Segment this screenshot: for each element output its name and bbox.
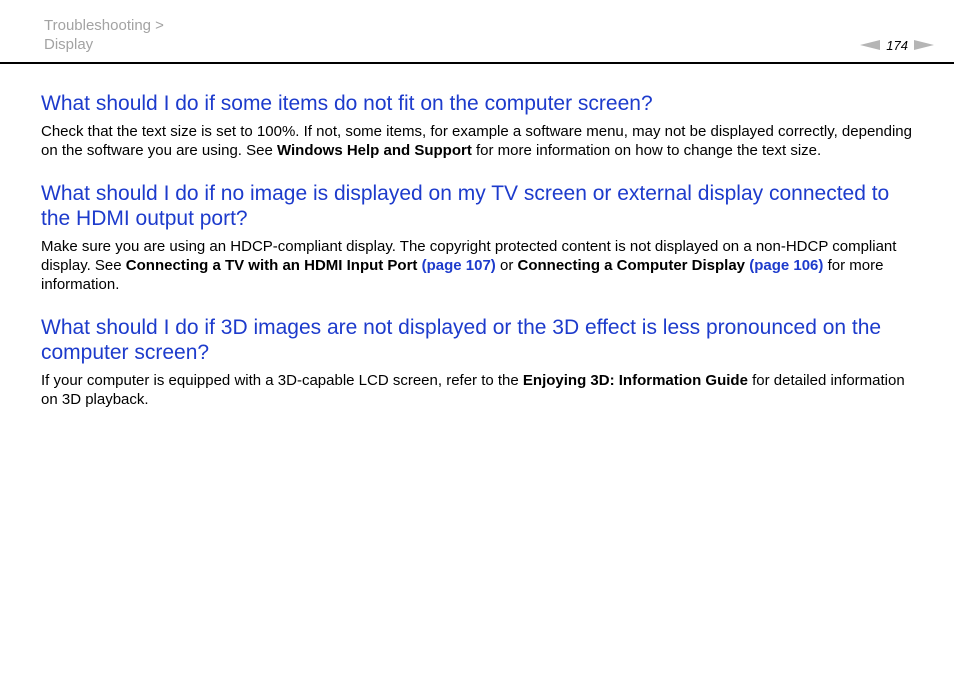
section-3d-images: What should I do if 3D images are not di… — [41, 315, 921, 409]
reference-windows-help: Windows Help and Support — [276, 142, 472, 159]
body-text: If your computer is equipped with a 3D-c… — [41, 372, 523, 389]
arrow-right-icon[interactable] — [914, 40, 934, 50]
arrow-left-icon[interactable] — [860, 40, 881, 50]
reference-connecting-tv: Connecting a TV with an HDMI Input Port — [125, 257, 418, 274]
section-body: Check that the text size is set to 100%.… — [41, 122, 921, 160]
section-body: If your computer is equipped with a 3D-c… — [41, 371, 921, 409]
section-heading: What should I do if some items do not fi… — [41, 92, 653, 115]
body-text: for more information on how to change th… — [471, 142, 822, 159]
header-divider — [0, 62, 954, 64]
reference-connecting-display: Connecting a Computer Display — [517, 257, 746, 274]
page-link-106[interactable]: (page 106) — [749, 257, 823, 274]
breadcrumb-current: Display — [44, 36, 94, 53]
main-content: What should I do if some items do not fi… — [41, 91, 921, 409]
section-items-do-not-fit: What should I do if some items do not fi… — [41, 91, 921, 160]
breadcrumb-parent[interactable]: Troubleshooting > — [44, 16, 164, 35]
page-navigation: 174 — [860, 36, 934, 54]
section-body: Make sure you are using an HDCP-complian… — [41, 237, 921, 294]
page-number: 174 — [886, 37, 908, 53]
body-text: or — [495, 257, 518, 274]
section-heading: What should I do if 3D images are not di… — [41, 316, 882, 364]
section-heading: What should I do if no image is displaye… — [41, 182, 890, 230]
section-no-image-hdmi: What should I do if no image is displaye… — [41, 181, 921, 294]
breadcrumb: Troubleshooting > Display — [44, 16, 164, 54]
page-link-107[interactable]: (page 107) — [422, 257, 496, 274]
reference-enjoying-3d: Enjoying 3D: Information Guide — [522, 372, 748, 389]
